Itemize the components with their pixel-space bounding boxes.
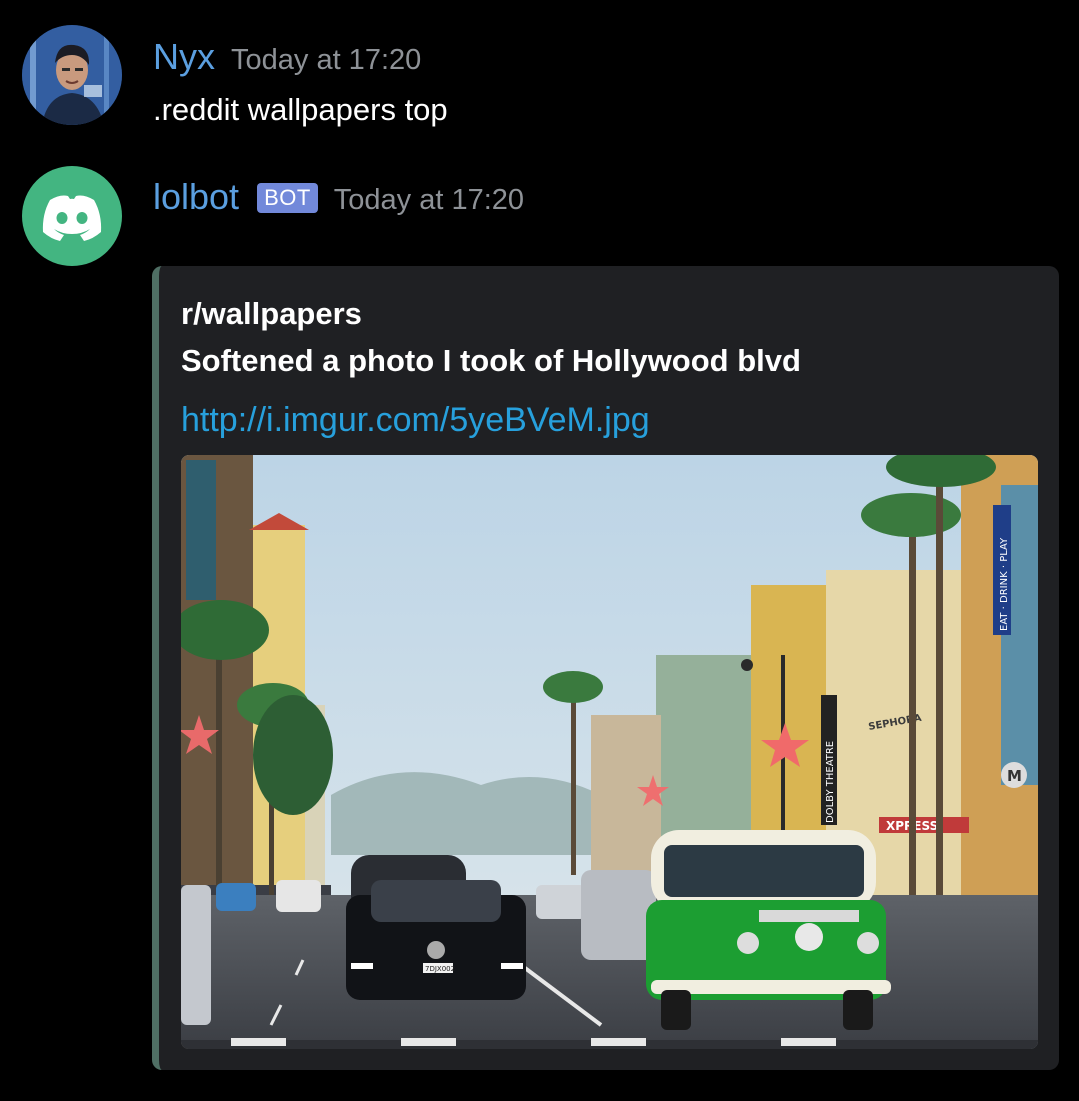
theatre-sign: DOLBY THEATRE <box>825 741 836 823</box>
license-plate: 7DJX002 <box>425 965 455 973</box>
embed-author: r/wallpapers <box>181 296 362 331</box>
message-content: .reddit wallpapers top <box>153 92 448 127</box>
message-nyx: Nyx Today at 17:20 .reddit wallpapers to… <box>0 0 1079 150</box>
bot-avatar[interactable] <box>22 166 122 266</box>
hollywood-street-photo: EAT · DRINK · PLAY DOLBY THEATRE SEPHORA… <box>181 455 1038 1049</box>
arcade-sign: EAT · DRINK · PLAY <box>999 537 1010 631</box>
username[interactable]: lolbot <box>153 176 239 218</box>
timestamp: Today at 17:20 <box>231 44 422 76</box>
username[interactable]: Nyx <box>153 36 215 78</box>
discord-logo-icon <box>42 195 102 241</box>
metro-sign: M <box>1007 767 1022 785</box>
reddit-embed: r/wallpapers Softened a photo I took of … <box>152 266 1059 1070</box>
message-header: Nyx Today at 17:20 <box>153 36 421 78</box>
embed-title: Softened a photo I took of Hollywood blv… <box>181 343 801 378</box>
embed-image-link[interactable]: http://i.imgur.com/5yeBVeM.jpg <box>181 401 650 440</box>
user-avatar-nyx[interactable] <box>22 25 122 125</box>
message-lolbot: lolbot BOT Today at 17:20 r/wallpapers S… <box>0 150 1079 1101</box>
embed-image[interactable]: EAT · DRINK · PLAY DOLBY THEATRE SEPHORA… <box>181 455 1038 1049</box>
bot-badge: BOT <box>257 183 318 213</box>
timestamp: Today at 17:20 <box>333 184 525 216</box>
message-header: lolbot BOT Today at 17:20 <box>153 176 524 218</box>
